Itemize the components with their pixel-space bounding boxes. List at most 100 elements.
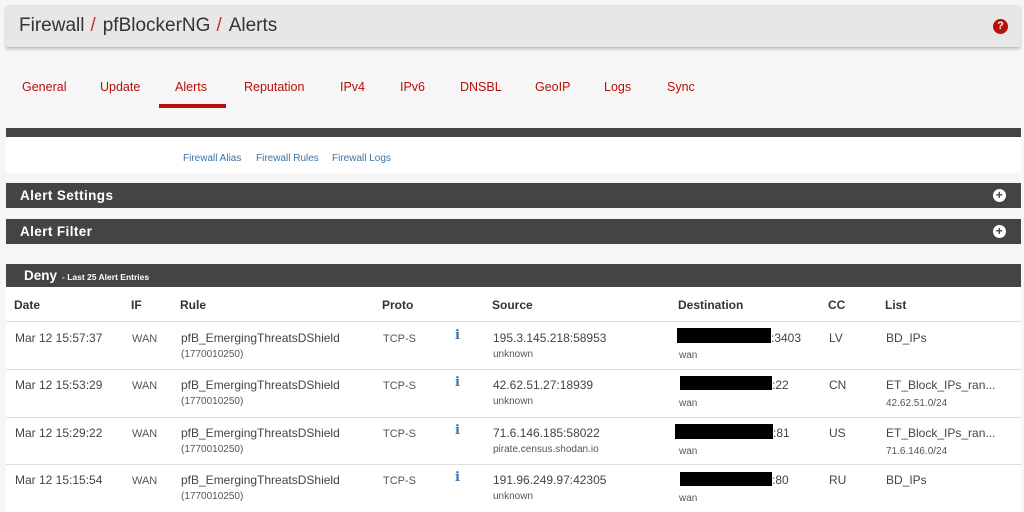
tab-alerts[interactable]: Alerts <box>175 80 207 94</box>
column-header-rule: Rule <box>180 298 207 312</box>
breadcrumb-pfblockerng[interactable]: pfBlockerNG <box>103 15 211 37</box>
destination-port-cell: :3403 <box>771 331 802 345</box>
tab-dnsbl[interactable]: DNSBL <box>460 80 502 94</box>
list-subnet-cell: 71.6.146.0/24 <box>886 446 948 457</box>
tab-ipv6[interactable]: IPv6 <box>400 80 425 94</box>
destination-port-cell: :81 <box>773 426 790 440</box>
tab-geoip[interactable]: GeoIP <box>535 80 570 94</box>
tab-logs[interactable]: Logs <box>604 80 631 94</box>
table-row: Mar 12 15:29:22 WAN pfB_EmergingThreatsD… <box>6 417 1021 464</box>
source-cell: 191.96.249.97:42305 <box>493 473 607 487</box>
table-row: Mar 12 15:57:37 WAN pfB_EmergingThreatsD… <box>6 321 1021 368</box>
date-cell: Mar 12 15:57:37 <box>15 331 103 345</box>
date-cell: Mar 12 15:15:54 <box>15 473 103 487</box>
breadcrumb: Firewall / pfBlockerNG / Alerts ? <box>6 5 1020 47</box>
column-header-destination: Destination <box>678 298 744 312</box>
tab-sync[interactable]: Sync <box>667 80 695 94</box>
breadcrumb-firewall[interactable]: Firewall <box>19 15 84 37</box>
deny-header: Deny - Last 25 Alert Entries <box>6 264 1021 287</box>
tab-general[interactable]: General <box>22 80 66 94</box>
proto-cell: TCP-S <box>383 475 416 487</box>
rule-id-cell: (1770010250) <box>181 491 244 502</box>
info-icon[interactable]: i <box>455 470 460 485</box>
list-subnet-cell: 42.62.51.0/24 <box>886 398 948 409</box>
redacted-destination <box>680 376 772 390</box>
alert-filter-title: Alert Filter <box>20 224 93 239</box>
destination-port-cell: :22 <box>772 378 789 392</box>
destination-interface-cell: wan <box>679 398 698 409</box>
deny-title: Deny <box>24 268 58 283</box>
date-cell: Mar 12 15:29:22 <box>15 426 103 440</box>
source-cell: 71.6.146.185:58022 <box>493 426 600 440</box>
redacted-destination <box>677 328 771 343</box>
redacted-destination <box>680 472 772 486</box>
destination-interface-cell: wan <box>679 493 698 504</box>
list-cell[interactable]: ET_Block_IPs_ran... <box>886 378 995 392</box>
source-host-cell: unknown <box>493 349 534 360</box>
source-cell: 195.3.145.218:58953 <box>493 331 607 345</box>
page-title: Alerts <box>228 15 278 36</box>
column-header-if: IF <box>131 298 142 312</box>
rule-id-cell: (1770010250) <box>181 396 244 407</box>
interface-cell: WAN <box>132 380 158 392</box>
country-code-cell: RU <box>829 473 847 487</box>
destination-interface-cell: wan <box>679 446 698 457</box>
source-host-cell: unknown <box>493 396 534 407</box>
list-cell[interactable]: BD_IPs <box>886 331 927 345</box>
source-cell: 42.62.51.27:18939 <box>493 378 594 392</box>
column-header-list: List <box>885 298 907 312</box>
column-header-cc: CC <box>828 298 846 312</box>
column-header-proto: Proto <box>382 298 414 312</box>
tab-update[interactable]: Update <box>100 80 140 94</box>
proto-cell: TCP-S <box>383 428 416 440</box>
destination-port-cell: :80 <box>772 473 789 487</box>
info-icon[interactable]: i <box>455 375 460 390</box>
link-firewall-rules[interactable]: Firewall Rules <box>256 153 319 164</box>
source-host-cell: unknown <box>493 491 534 502</box>
interface-cell: WAN <box>132 475 158 487</box>
breadcrumb-separator: / <box>90 15 96 36</box>
rule-cell: pfB_EmergingThreatsDShield <box>181 473 340 487</box>
links-panel-header <box>6 128 1021 137</box>
proto-cell: TCP-S <box>383 380 416 392</box>
link-firewall-logs[interactable]: Firewall Logs <box>332 153 391 164</box>
deny-subtitle: - Last 25 Alert Entries <box>62 272 150 282</box>
table-row: Mar 12 15:53:29 WAN pfB_EmergingThreatsD… <box>6 369 1021 416</box>
help-icon[interactable]: ? <box>993 19 1008 34</box>
expand-plus-icon[interactable]: + <box>993 225 1006 238</box>
date-cell: Mar 12 15:53:29 <box>15 378 103 392</box>
rule-cell: pfB_EmergingThreatsDShield <box>181 378 340 392</box>
tab-bar: General Update Alerts Reputation IPv4 IP… <box>0 66 1024 112</box>
list-cell[interactable]: BD_IPs <box>886 473 927 487</box>
redacted-destination <box>675 424 773 439</box>
country-code-cell: LV <box>829 331 843 345</box>
country-code-cell: US <box>829 426 846 440</box>
proto-cell: TCP-S <box>383 333 416 345</box>
table-row: Mar 12 15:15:54 WAN pfB_EmergingThreatsD… <box>6 464 1021 511</box>
info-icon[interactable]: i <box>455 423 460 438</box>
info-icon[interactable]: i <box>455 328 460 343</box>
source-host-cell: pirate.census.shodan.io <box>493 444 599 455</box>
alert-filter-header[interactable]: Alert Filter + <box>6 219 1021 244</box>
tab-ipv4[interactable]: IPv4 <box>340 80 365 94</box>
country-code-cell: CN <box>829 378 847 392</box>
breadcrumb-separator: / <box>216 15 222 36</box>
destination-interface-cell: wan <box>679 350 698 361</box>
interface-cell: WAN <box>132 428 158 440</box>
interface-cell: WAN <box>132 333 158 345</box>
rule-id-cell: (1770010250) <box>181 444 244 455</box>
alert-settings-title: Alert Settings <box>20 188 114 203</box>
rule-id-cell: (1770010250) <box>181 349 244 360</box>
rule-cell: pfB_EmergingThreatsDShield <box>181 426 340 440</box>
rule-cell: pfB_EmergingThreatsDShield <box>181 331 340 345</box>
list-cell[interactable]: ET_Block_IPs_ran... <box>886 426 995 440</box>
alerts-table: Date IF Rule Proto Source Destination CC… <box>6 287 1021 512</box>
alert-settings-header[interactable]: Alert Settings + <box>6 183 1021 208</box>
link-firewall-alias[interactable]: Firewall Alias <box>183 153 241 164</box>
column-header-date: Date <box>14 298 41 312</box>
column-header-source: Source <box>492 298 533 312</box>
active-tab-indicator <box>159 104 226 108</box>
expand-plus-icon[interactable]: + <box>993 189 1006 202</box>
tab-reputation[interactable]: Reputation <box>244 80 304 94</box>
links-panel: Firewall Alias Firewall Rules Firewall L… <box>6 137 1021 173</box>
